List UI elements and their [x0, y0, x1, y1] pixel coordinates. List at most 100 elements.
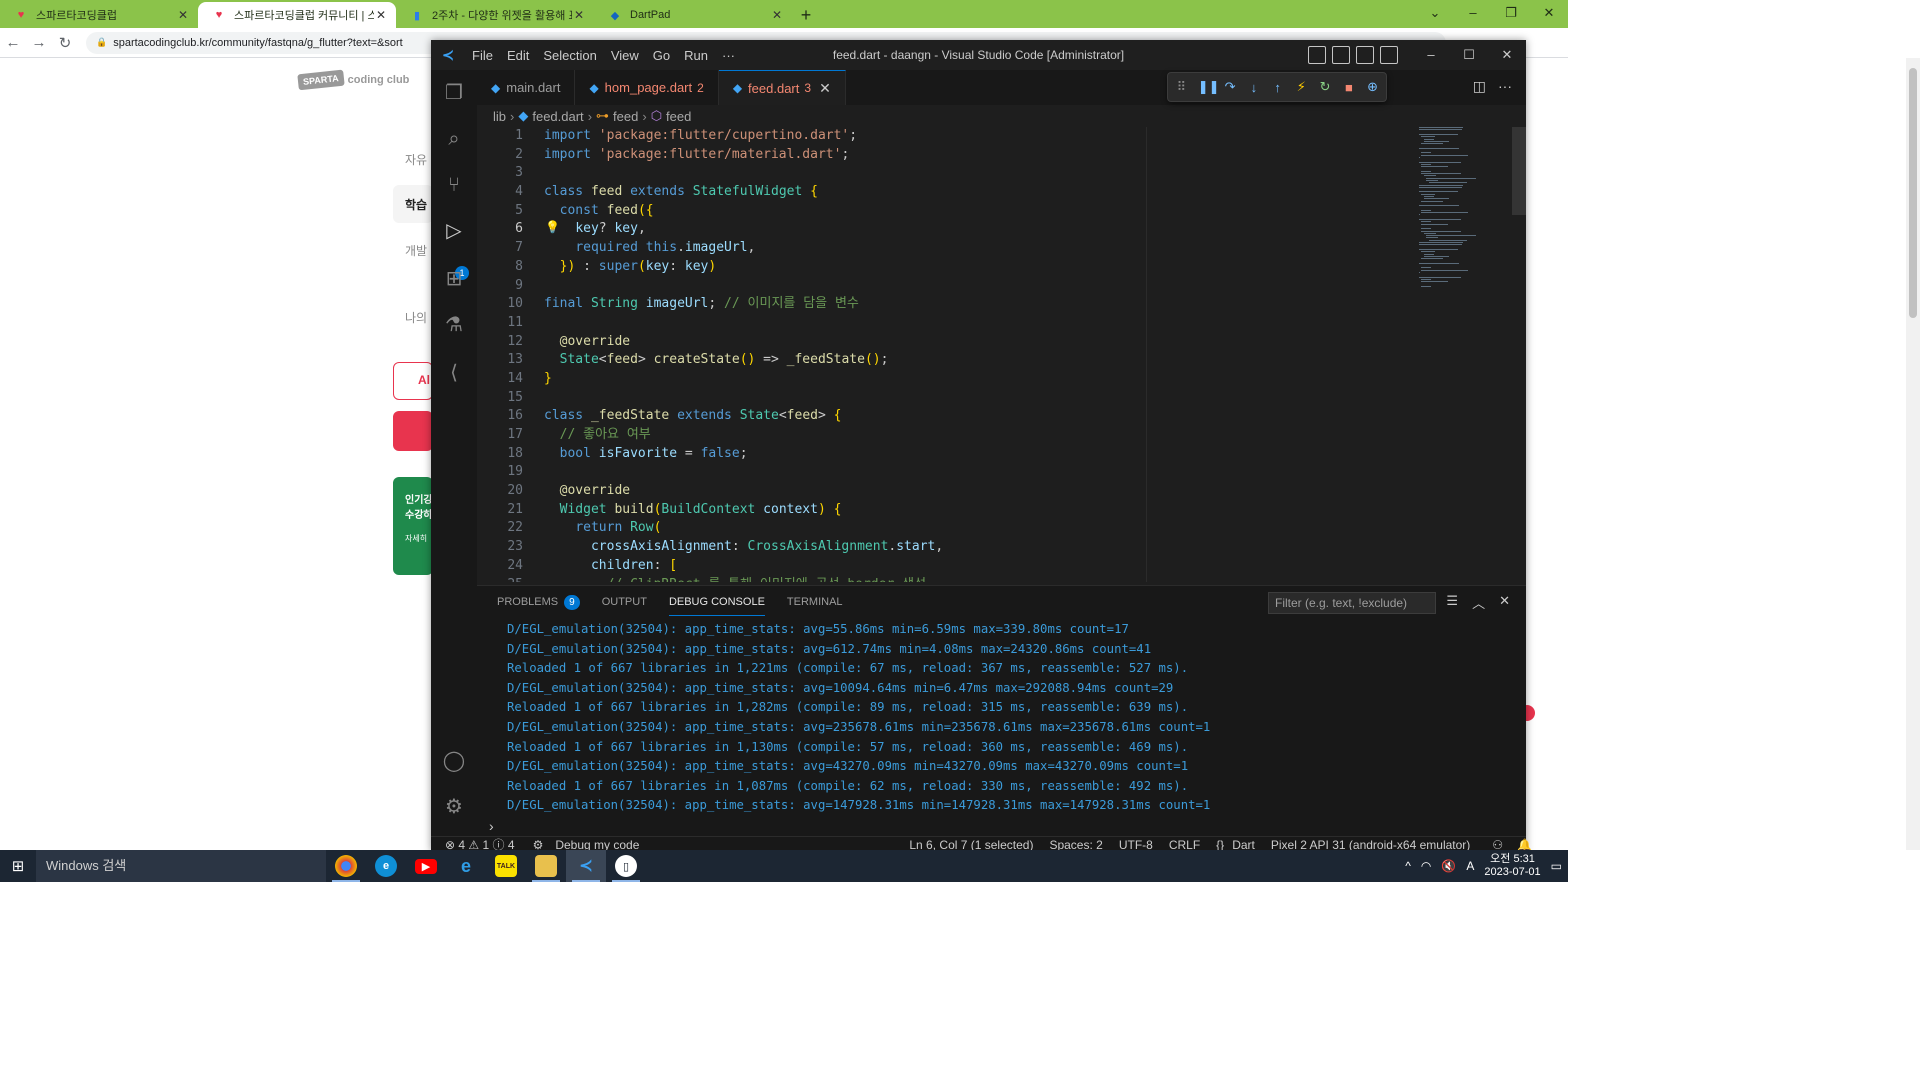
breadcrumb-item[interactable]: feed.dart — [532, 109, 583, 124]
extensions-icon[interactable]: ⊞ — [441, 266, 467, 292]
split-editor-icon[interactable]: ◫ — [1473, 78, 1486, 95]
speaker-muted-icon[interactable]: 🔇 — [1441, 859, 1456, 873]
toggle-panel-icon[interactable] — [1332, 46, 1350, 64]
tab-problems[interactable]: PROBLEMS 9 — [497, 594, 580, 610]
code-line[interactable]: 4 class feed extends StatefulWidget { — [477, 183, 1477, 202]
vscode-taskbar-app[interactable]: ≺ — [566, 850, 606, 882]
page-scrollbar[interactable] — [1906, 58, 1920, 850]
menu-go[interactable]: Go — [646, 48, 677, 63]
testing-icon[interactable]: ⚗ — [441, 312, 467, 338]
promo-card[interactable]: 인기강 수강하 자세히 — [393, 477, 433, 575]
toggle-sidebar-icon[interactable] — [1308, 46, 1326, 64]
close-icon[interactable]: ✕ — [176, 8, 190, 22]
code-line[interactable]: 16 class _feedState extends State<feed> { — [477, 407, 1477, 426]
close-icon[interactable]: ✕ — [1499, 593, 1510, 612]
outline-button[interactable]: Al — [393, 362, 433, 400]
scroll-thumb[interactable] — [1512, 127, 1526, 215]
forward-icon[interactable]: → — [26, 34, 52, 51]
code-line[interactable]: 12 @override — [477, 333, 1477, 352]
restart-icon[interactable]: ↻ — [1318, 79, 1333, 95]
editor-tab-main[interactable]: ◆ main.dart — [477, 70, 576, 105]
drag-handle-icon[interactable]: ⠿ — [1174, 79, 1189, 95]
close-icon[interactable]: ✕ — [819, 80, 831, 97]
side-item[interactable]: 개발 — [405, 242, 427, 259]
scroll-thumb[interactable] — [1909, 68, 1917, 318]
code-line[interactable]: 5 const feed({ — [477, 202, 1477, 221]
breadcrumb-item[interactable]: feed — [666, 109, 691, 124]
browser-tab[interactable]: ◆ DartPad ✕ — [594, 2, 792, 28]
code-line[interactable]: 9 — [477, 277, 1477, 296]
lock-icon[interactable]: 🔒 — [96, 37, 107, 48]
code-line[interactable]: 22 return Row( — [477, 519, 1477, 538]
restore-icon[interactable]: ❐ — [1492, 0, 1530, 28]
menu-selection[interactable]: Selection — [536, 48, 603, 63]
maximize-panel-icon[interactable]: ︿ — [1472, 593, 1485, 612]
code-line[interactable]: 2 import 'package:flutter/material.dart'; — [477, 146, 1477, 165]
code-line[interactable]: 24 children: [ — [477, 557, 1477, 576]
run-debug-icon[interactable]: ▷ — [441, 218, 467, 244]
search-icon[interactable]: ⌕ — [441, 126, 467, 152]
gear-icon[interactable]: ⚙ — [441, 794, 467, 820]
notification-icon[interactable]: ▭ — [1551, 859, 1562, 873]
menu-run[interactable]: Run — [677, 48, 715, 63]
red-button[interactable] — [393, 411, 433, 451]
breadcrumb-item[interactable]: feed — [613, 109, 638, 124]
code-line[interactable]: 15 — [477, 389, 1477, 408]
maximize-icon[interactable]: ☐ — [1450, 40, 1488, 70]
more-actions-icon[interactable]: ··· — [1498, 78, 1512, 95]
browser-tab[interactable]: ▮ 2주차 - 다양한 위젯을 활용해 표 ✕ — [396, 2, 594, 28]
toggle-secondary-sidebar-icon[interactable] — [1356, 46, 1374, 64]
code-line[interactable]: 7 required this.imageUrl, — [477, 239, 1477, 258]
code-line[interactable]: 21 Widget build(BuildContext context) { — [477, 501, 1477, 520]
browser-tab[interactable]: ♥ 스파르타코딩클럽 ✕ — [0, 2, 198, 28]
code-line[interactable]: 25 // ClipRRect 를 통해 이미지에 곡선 border 생성 — [477, 576, 1477, 583]
devtools-icon[interactable]: ⊕ — [1365, 79, 1380, 95]
close-icon[interactable]: ✕ — [1488, 40, 1526, 70]
code-editor[interactable]: 1 import 'package:flutter/cupertino.dart'… — [477, 127, 1477, 582]
side-item[interactable]: 학습 — [405, 196, 427, 213]
code-line[interactable]: 10 final String imageUrl; // 이미지를 담을 변수 — [477, 295, 1477, 314]
chevron-up-icon[interactable]: ^ — [1405, 859, 1411, 873]
customize-layout-icon[interactable] — [1380, 46, 1398, 64]
chevron-down-icon[interactable]: ⌄ — [1416, 0, 1454, 28]
code-line[interactable]: 14} — [477, 370, 1477, 389]
editor-scrollbar[interactable] — [1512, 127, 1526, 582]
explorer-icon[interactable]: ❐ — [441, 80, 467, 106]
console-filter-input[interactable]: Filter (e.g. text, !exclude) — [1268, 592, 1436, 614]
reload-icon[interactable]: ↻ — [52, 34, 78, 52]
browser-tab-active[interactable]: ♥ 스파르타코딩클럽 커뮤니티 | 스 ✕ — [198, 2, 396, 28]
close-icon[interactable]: ✕ — [374, 8, 388, 22]
side-item[interactable]: 나의 — [405, 309, 427, 326]
ie-taskbar-app[interactable]: e — [446, 850, 486, 882]
code-line[interactable]: 20 @override — [477, 482, 1477, 501]
back-icon[interactable]: ← — [0, 34, 26, 51]
code-line[interactable]: 17 // 좋아요 여부 — [477, 426, 1477, 445]
emulator-taskbar-app[interactable]: ▯ — [606, 850, 646, 882]
code-line[interactable]: 1 import 'package:flutter/cupertino.dart'… — [477, 127, 1477, 146]
breadcrumb-item[interactable]: lib — [493, 109, 506, 124]
wifi-icon[interactable]: ◠ — [1421, 859, 1431, 873]
clear-console-icon[interactable]: ☰ — [1446, 593, 1458, 612]
youtube-taskbar-app[interactable]: ▶ — [406, 850, 446, 882]
kakaotalk-taskbar-app[interactable]: TALK — [486, 850, 526, 882]
close-icon[interactable]: ✕ — [770, 8, 784, 22]
tab-output[interactable]: OUTPUT — [602, 596, 647, 608]
code-line[interactable]: 3 — [477, 164, 1477, 183]
ime-indicator[interactable]: A — [1466, 859, 1474, 873]
step-out-icon[interactable]: ↑ — [1270, 80, 1285, 95]
chrome-taskbar-app[interactable] — [326, 850, 366, 882]
source-control-icon[interactable]: ⑂ — [441, 172, 467, 198]
side-item[interactable]: 자유 — [405, 151, 427, 168]
menu-more[interactable]: ··· — [715, 48, 742, 63]
step-over-icon[interactable]: ↷ — [1223, 79, 1238, 95]
edge-taskbar-app[interactable]: e — [366, 850, 406, 882]
console-prompt-icon[interactable]: › — [489, 818, 494, 834]
account-icon[interactable]: ◯ — [441, 748, 467, 774]
editor-tab-hom-page[interactable]: ◆ hom_page.dart 2 — [575, 70, 719, 105]
flutter-icon[interactable]: ⟨ — [441, 360, 467, 386]
taskbar-search[interactable]: Windows 검색 — [36, 850, 326, 882]
code-line[interactable]: 23 crossAxisAlignment: CrossAxisAlignmen… — [477, 538, 1477, 557]
explorer-taskbar-app[interactable] — [526, 850, 566, 882]
close-icon[interactable]: ✕ — [572, 8, 586, 22]
code-line[interactable]: 18 bool isFavorite = false; — [477, 445, 1477, 464]
